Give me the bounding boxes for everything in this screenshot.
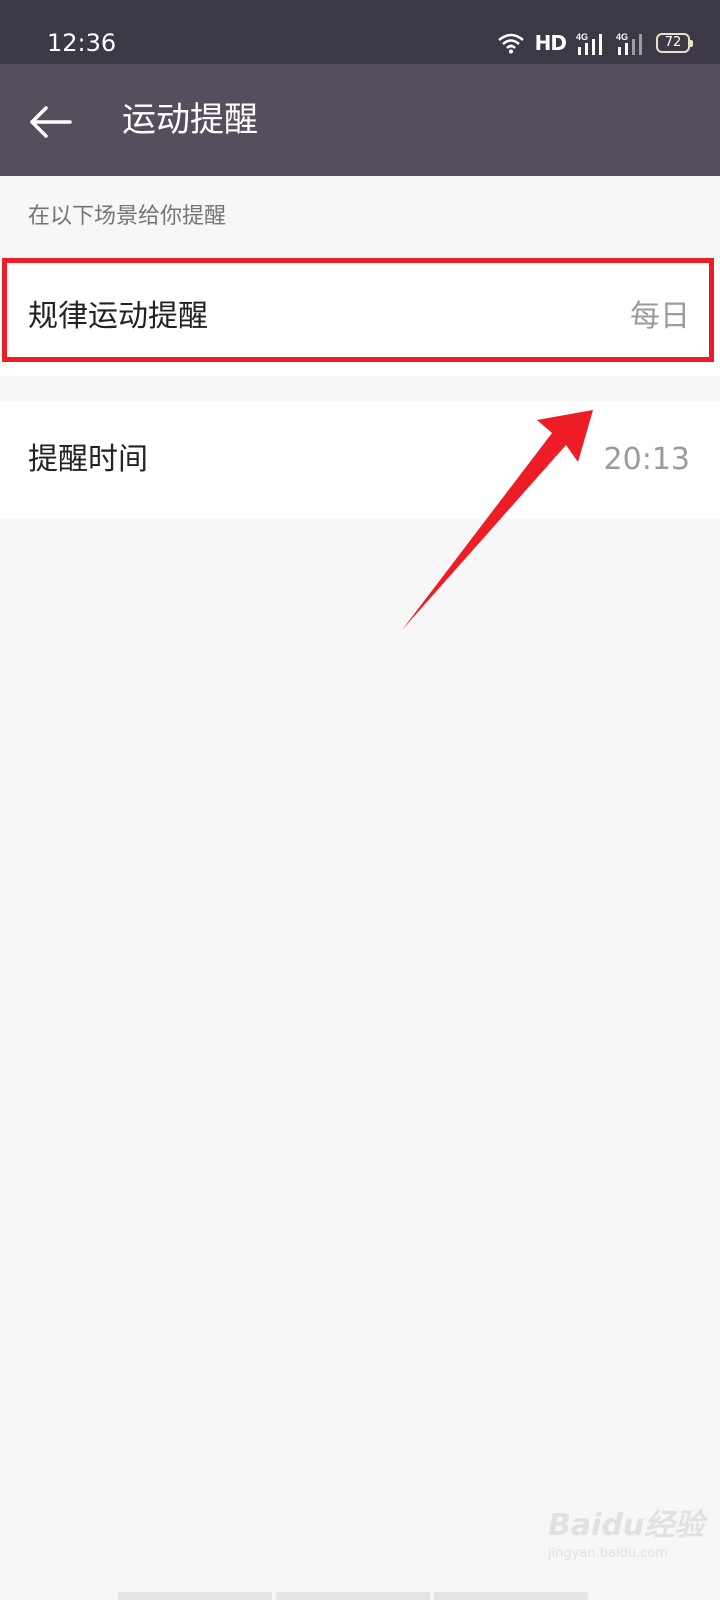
arrow-left-icon (30, 106, 72, 138)
setting-value: 20:13 (603, 442, 690, 477)
setting-value: 每日 (630, 299, 690, 334)
hd-network-label: HD (534, 31, 567, 55)
setting-row-reminder-time[interactable]: 提醒时间 20:13 (0, 401, 720, 519)
setting-label: 提醒时间 (28, 442, 148, 477)
app-bar: 运动提醒 (0, 64, 720, 176)
bottom-segment (118, 1592, 272, 1600)
section-hint: 在以下场景给你提醒 (28, 204, 227, 229)
bottom-indicator (118, 1592, 588, 1600)
status-time: 12:36 (47, 29, 117, 57)
signal-icon: 4G (616, 32, 642, 55)
watermark-url: jingyan.baidu.com (548, 1546, 668, 1561)
page-title: 运动提醒 (122, 100, 258, 140)
bottom-segment (276, 1592, 430, 1600)
battery-icon: 72 (656, 33, 693, 53)
signal-label: 4G (576, 32, 588, 42)
setting-row-regular-exercise-reminder[interactable]: 规律运动提醒 每日 (0, 258, 720, 376)
baidu-watermark: Baidu经验 jingyan.baidu.com (548, 1500, 704, 1561)
status-icons: HD 4G 4G 72 (497, 28, 693, 58)
setting-label: 规律运动提醒 (28, 299, 208, 334)
wifi-icon (497, 33, 524, 54)
back-button[interactable] (22, 94, 78, 150)
watermark-logo: Baidu经验 (548, 1508, 705, 1543)
signal-icon: 4G (576, 32, 602, 55)
status-bar: 12:36 HD 4G 4G 72 (0, 0, 720, 64)
bottom-segment (434, 1592, 588, 1600)
signal-label: 4G (616, 32, 628, 42)
